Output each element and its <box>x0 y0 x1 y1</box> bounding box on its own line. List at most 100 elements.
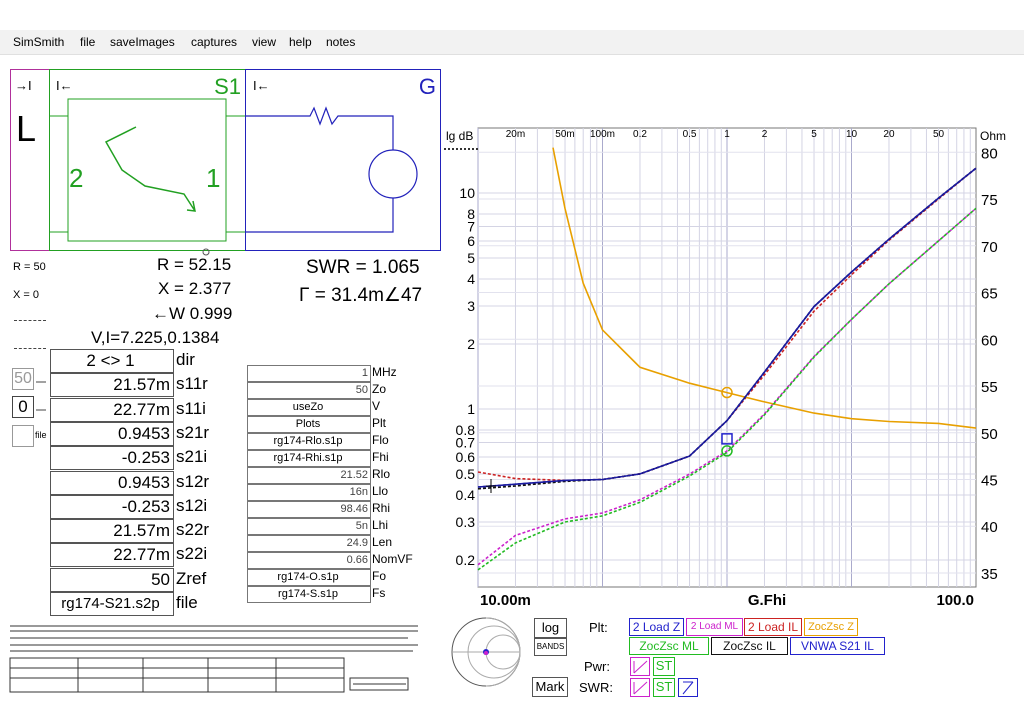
sparam-value-file[interactable]: rg174-S21.s2p <box>50 592 174 616</box>
result-vi: V,I=7.225,0.1384 <box>91 328 220 347</box>
legend-button-zoczsc-ml[interactable]: ZocZsc ML <box>629 637 709 655</box>
y-left-tick-label: 6 <box>467 233 475 249</box>
sparam-label-Zref: Zref <box>176 568 207 588</box>
swr-toggle-z[interactable] <box>678 678 698 697</box>
legend-button-zoczsc-il[interactable]: ZocZsc IL <box>711 637 788 655</box>
swr-toggle-st[interactable]: ST <box>653 678 675 697</box>
param-label-V: V <box>372 399 381 413</box>
sparam-value-s11i[interactable]: 22.77m <box>50 397 174 422</box>
smith-chart-icon[interactable] <box>448 614 524 690</box>
log-button[interactable]: log <box>534 618 567 638</box>
menu-view[interactable]: view <box>252 35 276 49</box>
generator-block[interactable]: I← G <box>245 69 441 251</box>
legend-button-2-load-z[interactable]: 2 Load Z <box>629 618 684 636</box>
param-value-V[interactable]: useZo <box>247 399 371 416</box>
sparam-value-s21i[interactable]: -0.253 <box>50 446 174 471</box>
pwr-toggle-ml[interactable] <box>630 657 650 676</box>
units-box[interactable] <box>12 425 34 447</box>
menu-help[interactable]: help <box>289 35 312 49</box>
sparam-value-s22i[interactable]: 22.77m <box>50 543 174 568</box>
param-value-Plt[interactable]: Plots <box>247 416 371 433</box>
result-gamma: Γ = 31.4m∠47 <box>299 285 423 306</box>
sparam-value-Zref[interactable]: 50 <box>50 567 174 592</box>
menu-notes[interactable]: notes <box>326 35 355 49</box>
param-label-Fo: Fo <box>372 569 387 583</box>
y-right-tick-label: 55 <box>981 379 998 396</box>
legend-button-2-load-ml[interactable]: 2 Load ML <box>686 618 743 636</box>
sparam-value-s21r[interactable]: 0.9453 <box>50 421 174 446</box>
y-left-tick-label: 0.2 <box>456 552 476 568</box>
param-label-Fhi: Fhi <box>372 450 389 464</box>
y-left-tick-label: 0.3 <box>456 514 476 530</box>
y-right-tick-label: 65 <box>981 286 998 303</box>
chart[interactable]: lg dB Ohm10876543210.80.70.60.50.40.30.28… <box>440 120 1020 615</box>
thumbnail-strip[interactable] <box>8 620 418 695</box>
x-top-tick-label: 10 <box>846 129 858 140</box>
y-right-tick-label: 75 <box>981 192 998 209</box>
param-value-Fo[interactable]: rg174-O.s1p <box>247 569 371 586</box>
legend-button-vnwa-s21-il[interactable]: VNWA S21 IL <box>790 637 885 655</box>
sparam-label-s21i: s21i <box>176 447 208 467</box>
menu-captures[interactable]: captures <box>191 35 237 49</box>
param-label-MHz: MHz <box>372 365 397 379</box>
sparam-value-dir[interactable]: 2 <> 1 <box>50 349 174 373</box>
x-top-tick-label: 20 <box>883 129 895 140</box>
sparam-value-s12i[interactable]: -0.253 <box>50 494 174 519</box>
sparam-label-s22r: s22r <box>176 520 210 540</box>
sparam-value-s11r[interactable]: 21.57m <box>50 373 174 398</box>
swr-toggle-ml[interactable] <box>630 678 650 697</box>
sparam-value-s12r[interactable]: 0.9453 <box>50 470 174 495</box>
sparam-label-s11r: s11r <box>176 374 208 394</box>
slider-icon[interactable] <box>36 402 46 412</box>
y-left-tick-label: 5 <box>467 250 475 266</box>
param-value-Rlo[interactable]: 21.52 <box>247 467 371 484</box>
param-value-Rhi[interactable]: 98.46 <box>247 501 371 518</box>
param-value-NomVF[interactable]: 0.66 <box>247 552 371 569</box>
pwr-toggle-st[interactable]: ST <box>653 657 675 676</box>
sparam-value-s22r[interactable]: 21.57m <box>50 519 174 544</box>
y-left-tick-label: 10 <box>459 185 475 201</box>
s1-block[interactable]: I← S1 2 1 <box>49 69 246 251</box>
legend-button-2-load-il[interactable]: 2 Load IL <box>744 618 802 636</box>
param-label-Zo: Zo <box>372 382 387 396</box>
load-line-icon <box>14 348 46 352</box>
menu-saveimages[interactable]: saveImages <box>110 35 175 49</box>
param-value-Len[interactable]: 24.9 <box>247 535 371 552</box>
sparam-label-s21r: s21r <box>176 422 210 442</box>
menu-bar: SimSmith file saveImages captures view h… <box>0 30 1024 55</box>
units-label: file <box>35 430 47 440</box>
swr-label: SWR: <box>579 680 613 695</box>
x-top-tick-label: 20m <box>506 129 525 140</box>
x-top-tick-label: 0.5 <box>683 129 697 140</box>
x-input[interactable]: 0 <box>12 396 34 418</box>
sparam-label-s12r: s12r <box>176 471 210 491</box>
param-label-Rhi: Rhi <box>372 501 391 515</box>
param-value-Fhi[interactable]: rg174-Rhi.s1p <box>247 450 371 467</box>
s1-symbol <box>50 98 246 242</box>
load-r-label: R = 50 <box>13 261 46 273</box>
legend-button-zoczsc-z[interactable]: ZocZsc Z <box>804 618 858 636</box>
y-left-tick-label: 1 <box>467 401 475 417</box>
load-line-icon <box>14 320 46 324</box>
param-value-Fs[interactable]: rg174-S.s1p <box>247 586 371 603</box>
sparam-label-file: file <box>176 593 198 612</box>
load-block[interactable]: →I L <box>10 69 50 251</box>
param-table: 1 MHz 50 Zo useZo V Plots Plt rg174-Rlo.s1p Flo rg… <box>247 365 413 605</box>
mark-button[interactable]: Mark <box>532 677 568 697</box>
param-value-MHz[interactable]: 1 <box>247 365 371 382</box>
y-left-tick-label: 3 <box>467 298 475 314</box>
result-w: ←W 0.999 <box>152 304 233 323</box>
param-value-Zo[interactable]: 50 <box>247 382 371 399</box>
r-input[interactable]: 50 <box>12 368 34 390</box>
param-value-Lhi[interactable]: 5n <box>247 518 371 535</box>
menu-simsmith[interactable]: SimSmith <box>13 35 64 49</box>
menu-file[interactable]: file <box>80 35 95 49</box>
param-value-Llo[interactable]: 16n <box>247 484 371 501</box>
param-label-Flo: Flo <box>372 433 389 447</box>
slider-icon[interactable] <box>36 374 46 384</box>
load-x-label: X = 0 <box>13 289 39 301</box>
sparam-label-s22i: s22i <box>176 544 208 564</box>
result-swr: SWR = 1.065 <box>306 257 420 278</box>
bands-button[interactable]: BANDS <box>534 638 567 656</box>
param-value-Flo[interactable]: rg174-Rlo.s1p <box>247 433 371 450</box>
